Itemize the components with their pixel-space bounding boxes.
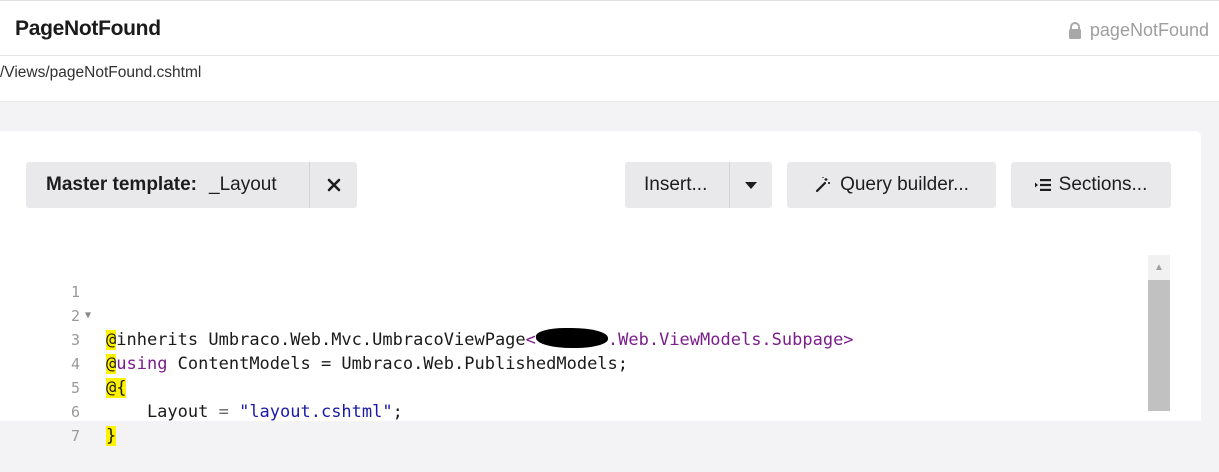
- page-name[interactable]: PageNotFound: [15, 17, 161, 41]
- code-text: }: [106, 424, 117, 448]
- razor-block-open: @{: [106, 378, 127, 398]
- fold-toggle-icon[interactable]: ▼: [85, 304, 91, 328]
- code-line: 5 Layout = "layout.cshtml";: [0, 352, 403, 422]
- line-number: 3: [70, 331, 80, 349]
- operator: =: [218, 402, 229, 422]
- code-segment: ContentModels = Umbraco.Web.PublishedMod…: [167, 354, 629, 374]
- line-number: 2: [70, 307, 80, 325]
- sections-button[interactable]: Sections...: [1011, 162, 1171, 208]
- scrollbar-thumb[interactable]: [1148, 280, 1170, 411]
- query-builder-button[interactable]: Query builder...: [787, 162, 996, 208]
- line-number: 5: [70, 379, 80, 397]
- insert-dropdown-toggle[interactable]: [730, 162, 772, 208]
- line-number: 1: [70, 283, 80, 301]
- code-line: 4 @{: [0, 328, 127, 398]
- master-template-label: Master template:: [46, 174, 197, 195]
- magic-wand-icon: [814, 176, 832, 194]
- generic-type: .Web.ViewModels.Subpage>: [607, 330, 854, 350]
- insert-button[interactable]: Insert...: [625, 162, 772, 208]
- sections-label: Sections...: [1058, 174, 1148, 195]
- code-editor[interactable]: 1 ▼ @inherits Umbraco.Web.Mvc.UmbracoVie…: [0, 250, 1201, 446]
- insert-label: Insert...: [644, 174, 708, 195]
- line-number: 7: [70, 427, 80, 445]
- query-builder-label: Query builder...: [840, 174, 969, 195]
- close-icon: [327, 178, 340, 192]
- razor-at: @: [106, 354, 117, 374]
- code-line: 3 @using ContentModels = Umbraco.Web.Pub…: [0, 304, 628, 374]
- list-icon: [1034, 178, 1051, 192]
- alias-text: pageNotFound: [1089, 20, 1209, 40]
- code-text: @{: [106, 376, 127, 400]
- alias-field[interactable]: pageNotFound: [1068, 20, 1209, 41]
- scroll-up-icon[interactable]: ▲: [1148, 255, 1170, 279]
- code-line: 2: [0, 280, 80, 325]
- caret-down-icon: [745, 181, 757, 189]
- directive: inherits: [116, 330, 199, 350]
- string-literal: "layout.cshtml": [228, 402, 393, 422]
- razor-block-close: }: [106, 426, 117, 446]
- code-segment: Layout: [106, 402, 219, 422]
- redacted-mark: [535, 328, 608, 348]
- code-text: @using ContentModels = Umbraco.Web.Publi…: [106, 352, 628, 376]
- code-segment: ;: [392, 402, 403, 422]
- code-segment: Umbraco.Web.Mvc.UmbracoViewPage: [198, 330, 526, 350]
- file-path-bar: /Views/pageNotFound.cshtml: [0, 56, 1219, 102]
- line-number: 4: [70, 355, 80, 373]
- lock-icon[interactable]: [1068, 22, 1082, 39]
- remove-master-template-button[interactable]: [310, 162, 357, 208]
- code-line: 1 ▼ @inherits Umbraco.Web.Mvc.UmbracoVie…: [0, 256, 854, 350]
- code-text: Layout = "layout.cshtml";: [106, 400, 403, 424]
- file-path: /Views/pageNotFound.cshtml: [0, 64, 202, 81]
- code-line: 7: [0, 400, 80, 445]
- editor-scrollbar[interactable]: ▲: [1148, 255, 1170, 411]
- keyword: using: [116, 354, 168, 374]
- editor-header: PageNotFound pageNotFound: [0, 0, 1219, 56]
- razor-at: @: [106, 330, 117, 350]
- line-number: 6: [70, 403, 80, 421]
- generic-open: <: [525, 330, 536, 350]
- code-text: @inherits Umbraco.Web.Mvc.UmbracoViewPag…: [106, 328, 854, 352]
- master-template-button[interactable]: Master template: _Layout: [26, 162, 357, 208]
- master-template-value: _Layout: [209, 174, 277, 195]
- code-line: 6 }: [0, 376, 117, 446]
